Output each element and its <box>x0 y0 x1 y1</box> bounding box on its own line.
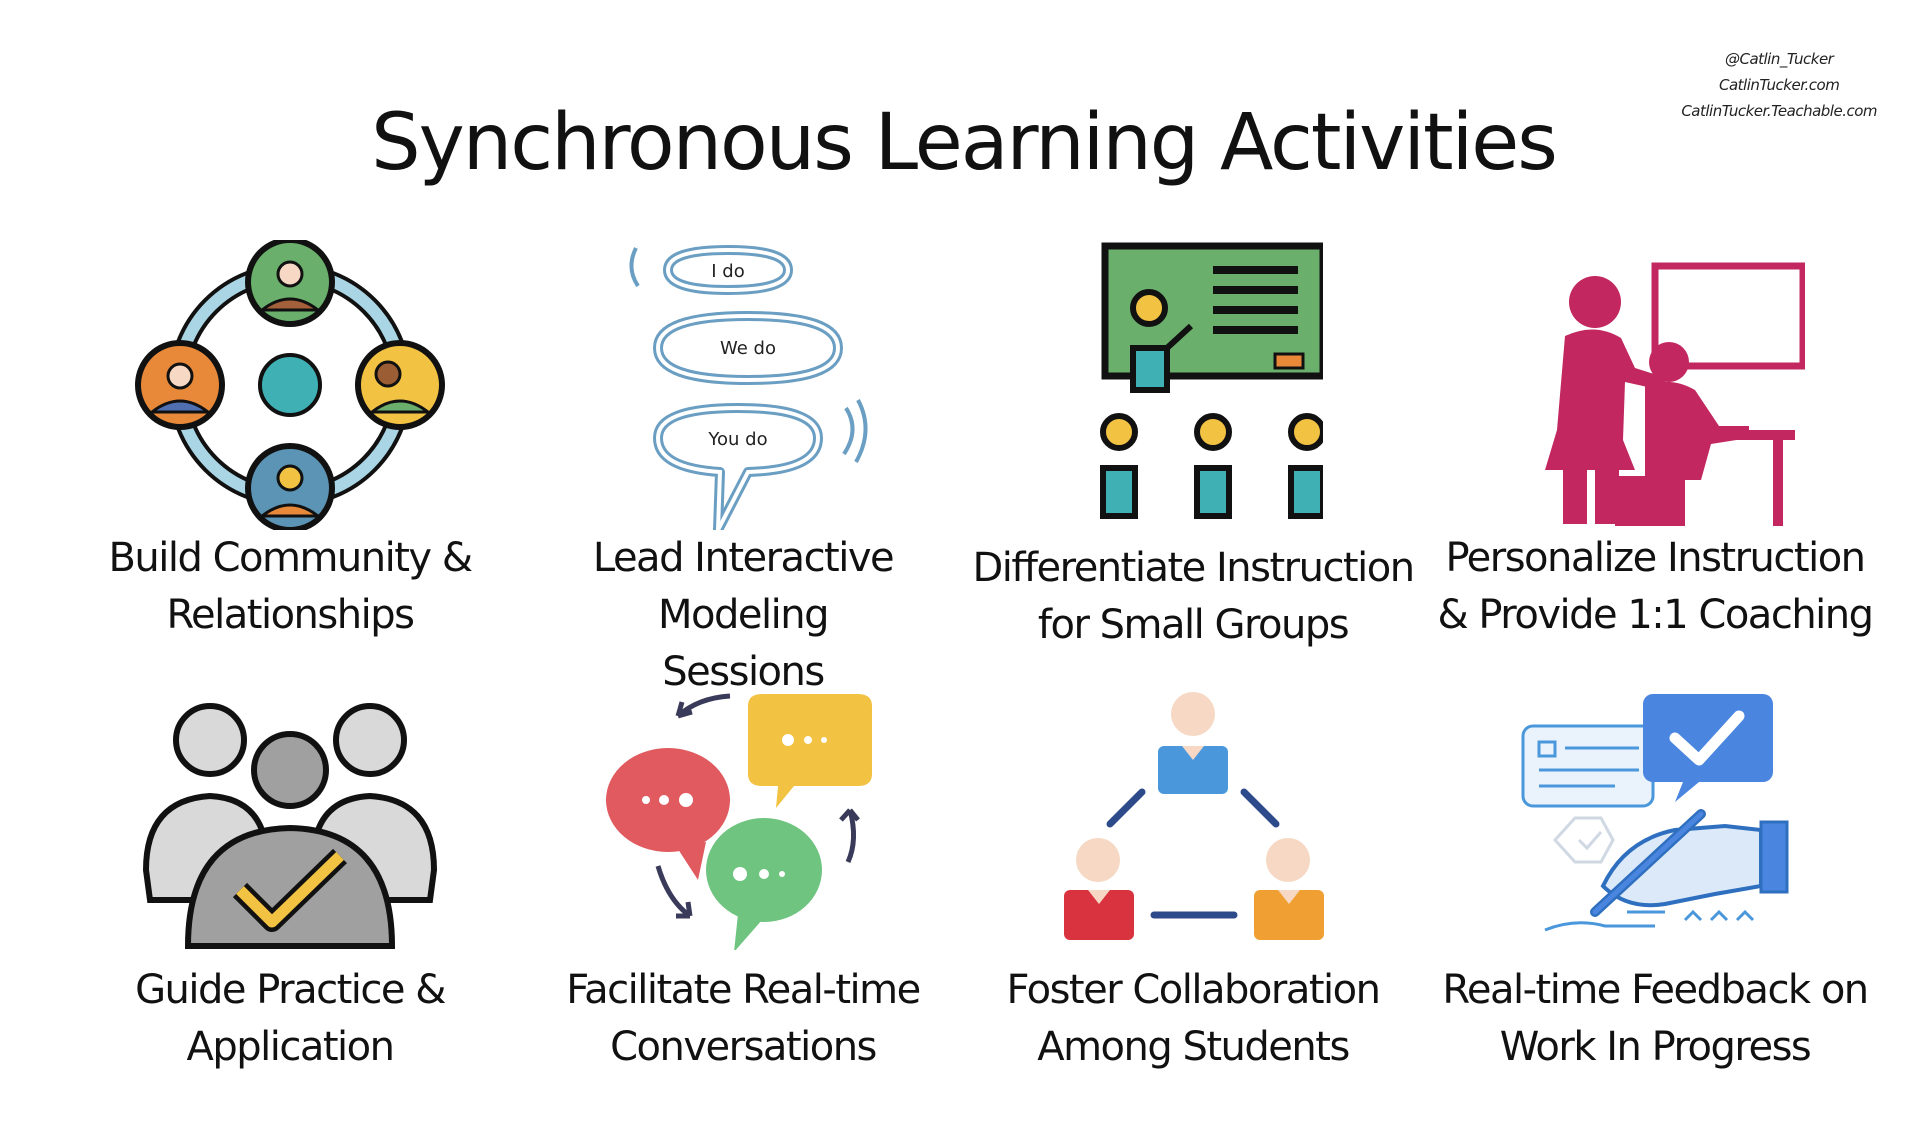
chat-bubbles-icon <box>606 693 872 950</box>
i-do-we-do-you-do-icon: I do We do You do <box>629 245 868 530</box>
caption-foster-collaboration: Foster Collaboration Among Students <box>1006 967 1381 1070</box>
caption-facilitate-conversations: Facilitate Real-time Conversations <box>566 967 921 1070</box>
activities-grid: Build Community & Relationships I do We … <box>0 0 1927 1136</box>
activity-foster-collaboration: Foster Collaboration Among Students <box>968 690 1418 1120</box>
group-checkmark-icon <box>142 703 438 949</box>
activity-build-community: Build Community & Relationships <box>65 240 515 670</box>
activity-facilitate-conversations: Facilitate Real-time Conversations <box>518 690 968 1120</box>
caption-personalize: Personalize Instruction & Provide 1:1 Co… <box>1437 535 1874 638</box>
caption-lead-modeling: Lead Interactive Modeling Sessions <box>592 535 895 695</box>
bubble-i-do: I do <box>711 261 744 282</box>
small-group-teacher-icon <box>1100 242 1323 519</box>
one-on-one-coaching-icon <box>1545 262 1805 526</box>
caption-differentiate: Differentiate Instruction for Small Grou… <box>972 545 1415 648</box>
bubble-we-do: We do <box>720 338 776 359</box>
activity-differentiate: Differentiate Instruction for Small Grou… <box>968 240 1418 670</box>
caption-real-time-feedback: Real-time Feedback on Work In Progress <box>1442 967 1869 1070</box>
bubble-you-do: You do <box>707 429 767 450</box>
community-circle-icon <box>135 240 445 530</box>
feedback-writing-icon <box>1521 694 1789 932</box>
team-network-icon <box>1064 692 1324 940</box>
caption-build-community: Build Community & Relationships <box>108 535 473 638</box>
activity-personalize: Personalize Instruction & Provide 1:1 Co… <box>1430 240 1880 670</box>
activity-guide-practice: Guide Practice & Application <box>65 700 515 1130</box>
caption-guide-practice: Guide Practice & Application <box>135 967 446 1070</box>
activity-lead-modeling: I do We do You do Lead Interactive Model… <box>518 240 968 695</box>
activity-real-time-feedback: Real-time Feedback on Work In Progress <box>1430 690 1880 1120</box>
